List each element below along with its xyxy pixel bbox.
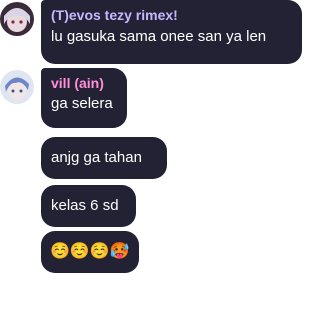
- message-bubble[interactable]: ☺️☺️☺️🥵: [41, 231, 139, 273]
- avatar-image-icon: [0, 2, 34, 36]
- emoji-message-text: ☺️☺️☺️🥵: [50, 243, 130, 260]
- message-bubble[interactable]: (T)evos tezy rimex! lu gasuka sama onee …: [41, 0, 302, 64]
- message-text: kelas 6 sd: [51, 197, 119, 214]
- message-bubble[interactable]: vill (ain) ga selera: [41, 68, 127, 128]
- message-bubble[interactable]: kelas 6 sd: [41, 185, 136, 227]
- sender-avatar[interactable]: [0, 2, 34, 36]
- message-text: lu gasuka sama onee san ya len: [51, 28, 267, 45]
- sender-name[interactable]: (T)evos tezy rimex!: [51, 7, 292, 23]
- sender-name[interactable]: vill (ain): [51, 75, 117, 91]
- message-text: anjg ga tahan: [51, 149, 142, 166]
- message-text: ga selera: [51, 95, 113, 112]
- message-bubble[interactable]: anjg ga tahan: [41, 137, 167, 179]
- avatar-image-icon: [0, 70, 34, 104]
- sender-avatar[interactable]: [0, 70, 34, 104]
